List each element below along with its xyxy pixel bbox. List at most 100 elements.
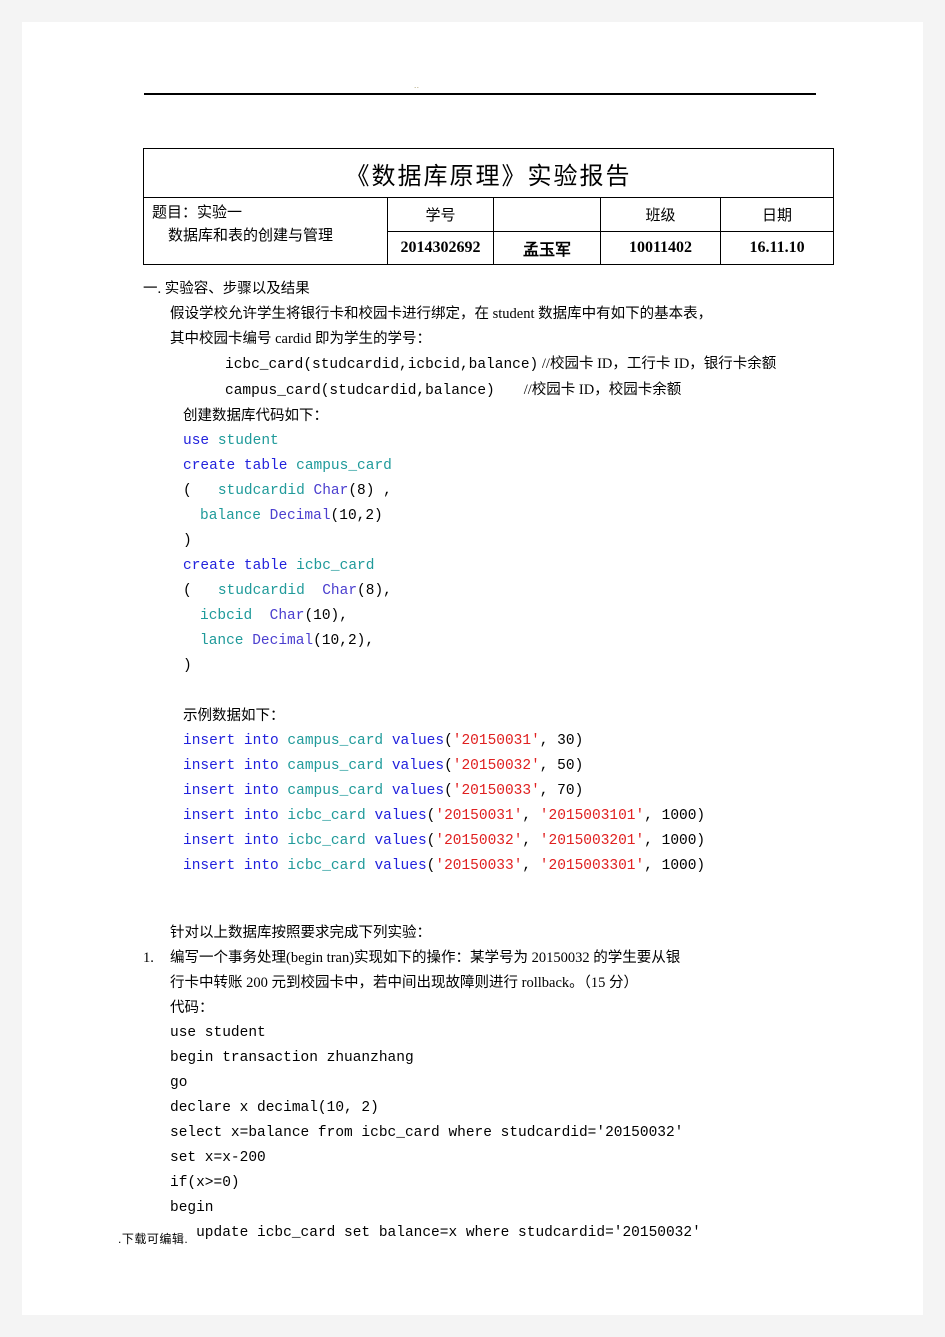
campus-signature: campus_card(studcardid,balance) — [225, 383, 495, 399]
list-item: 1. 编写一个事务处理(begin tran)实现如下的操作：某学号为 2015… — [22, 946, 923, 1021]
type-args-5: (10,2), — [313, 633, 375, 649]
keyword-insert-4: insert into — [183, 808, 279, 824]
identifier-table-icbc: icbc_card — [296, 558, 375, 574]
type-char-3: Char — [269, 608, 305, 624]
literal-id-i3: '20150033' — [435, 858, 523, 874]
table-icbc-2: icbc_card — [287, 833, 366, 849]
code-line-icbcid: icbcid Char(10), — [22, 604, 923, 629]
answer-code-line: begin transaction zhuanzhang — [170, 1050, 414, 1066]
header-class: 班级 — [600, 197, 721, 232]
type-decimal-2: Decimal — [252, 633, 314, 649]
subject-line-2: 数据库和表的创建与管理 — [168, 227, 334, 244]
create-code-label: 创建数据库代码如下： — [183, 408, 328, 424]
keyword-insert-2: insert into — [183, 758, 279, 774]
insert-icbc-3: insert into icbc_card values('20150033',… — [183, 858, 706, 874]
column-icbcid: icbcid — [200, 608, 253, 624]
column-studcardid-1: studcardid — [217, 483, 305, 499]
icbc-signature: icbc_card(studcardid,icbcid,balance) — [225, 357, 539, 373]
column-balance-1: balance — [200, 508, 261, 524]
answer-code-line: if(x>=0) — [170, 1175, 240, 1191]
subject-cell: 题目：实验一数据库和表的创建与管理 — [143, 197, 388, 265]
section-heading: 一. 实验容、步骤以及结果 — [143, 281, 310, 297]
header-divider — [144, 93, 816, 95]
intro-line-1: 假设学校允许学生将银行卡和校园卡进行绑定，在 student 数据库中有如下的基… — [170, 306, 713, 322]
literal-rest-i3: , 1000) — [644, 858, 706, 874]
keyword-create-table-2: create table — [183, 558, 288, 574]
icbc-comment: //校园卡 ID，工行卡 ID，银行卡余额 — [541, 356, 777, 372]
type-char-1: Char — [313, 483, 349, 499]
subject-line-1: 题目：实验一 — [152, 205, 243, 221]
document-body: 一. 实验容、步骤以及结果 假设学校允许学生将银行卡和校园卡进行绑定，在 stu… — [22, 277, 923, 1246]
literal-id-c1: '20150031' — [452, 733, 540, 749]
literal-card-i1: '2015003101' — [539, 808, 645, 824]
column-studcardid-2: studcardid — [217, 583, 305, 599]
literal-id-c3: '20150033' — [452, 783, 540, 799]
campus-comment: //校园卡 ID，校园卡余额 — [523, 382, 682, 398]
type-args-2: (10,2) — [330, 508, 383, 524]
literal-rest-i1: , 1000) — [644, 808, 706, 824]
insert-campus-3: insert into campus_card values('20150033… — [183, 783, 584, 799]
code-line-create-icbc: create table icbc_card — [22, 554, 923, 579]
code-line-create-campus: create table campus_card — [22, 454, 923, 479]
value-student-id: 2014302692 — [387, 230, 494, 265]
report-header-table: 《数据库原理》实验报告 题目：实验一数据库和表的创建与管理 学号 班级 日期 2… — [142, 148, 835, 265]
header-name — [493, 197, 601, 232]
answer-code-line: set x=x-200 — [170, 1150, 266, 1166]
identifier-table-campus: campus_card — [296, 458, 392, 474]
document-title: 《数据库原理》实验报告 — [142, 148, 835, 198]
task-line-1: 编写一个事务处理(begin tran)实现如下的操作：某学号为 2015003… — [170, 950, 681, 966]
insert-icbc-1: insert into icbc_card values('20150031',… — [183, 808, 706, 824]
intro-line-2: 其中校园卡编号 cardid 即为学生的学号： — [170, 331, 431, 347]
table-campus-3: campus_card — [287, 783, 384, 799]
answer-code-line: begin — [170, 1200, 214, 1216]
task-code-label: 代码： — [170, 1000, 214, 1016]
tasks-intro: 针对以上数据库按照要求完成下列实验： — [170, 925, 431, 941]
task-line-2: 行卡中转账 200 元到校园卡中，若中间出现故障则进行 rollback。（15… — [170, 975, 639, 991]
keyword-create-table-1: create table — [183, 458, 288, 474]
keyword-values-6: values — [374, 858, 427, 874]
code-line-open-paren-1: ( studcardid Char(8) , — [22, 479, 923, 504]
table-row-headers: 题目：实验一数据库和表的创建与管理 学号 班级 日期 — [143, 197, 835, 265]
document-page: .. 《数据库原理》实验报告 题目：实验一数据库和表的创建与管理 学号 班级 日… — [22, 22, 923, 1315]
keyword-insert-6: insert into — [183, 858, 279, 874]
literal-rest-i2: , 1000) — [644, 833, 706, 849]
code-line-close-paren-1: ) — [183, 533, 192, 549]
answer-code-line: use student — [170, 1025, 266, 1041]
literal-rest-c1: , 30) — [539, 733, 584, 749]
keyword-values-2: values — [391, 758, 445, 774]
value-class: 10011402 — [600, 230, 721, 265]
literal-id-i1: '20150031' — [435, 808, 523, 824]
type-args-4: (10), — [304, 608, 348, 624]
type-char-2: Char — [322, 583, 358, 599]
table-icbc-1: icbc_card — [287, 808, 366, 824]
keyword-insert-5: insert into — [183, 833, 279, 849]
code-line-close-paren-2: ) — [183, 658, 192, 674]
identifier-database: student — [217, 433, 279, 449]
schema-line-icbc: icbc_card(studcardid,icbcid,balance) //校… — [22, 352, 923, 378]
keyword-insert-1: insert into — [183, 733, 279, 749]
column-lance: lance — [200, 633, 244, 649]
answer-code-line: go — [170, 1075, 188, 1091]
code-line-campus-balance: balance Decimal(10,2) — [22, 504, 923, 529]
header-date: 日期 — [719, 197, 835, 232]
code-line-use: use student — [22, 429, 923, 454]
table-row-title: 《数据库原理》实验报告 — [142, 148, 835, 198]
type-decimal-1: Decimal — [269, 508, 331, 524]
literal-card-i3: '2015003301' — [539, 858, 645, 874]
keyword-values-3: values — [391, 783, 445, 799]
table-icbc-3: icbc_card — [287, 858, 366, 874]
literal-id-i2: '20150032' — [435, 833, 523, 849]
table-campus-2: campus_card — [287, 758, 384, 774]
literal-rest-c3: , 70) — [539, 783, 584, 799]
insert-campus-1: insert into campus_card values('20150031… — [183, 733, 584, 749]
answer-code-line: select x=balance from icbc_card where st… — [170, 1125, 684, 1141]
header-student-id: 学号 — [387, 197, 494, 232]
value-date: 16.11.10 — [719, 230, 835, 265]
type-args-3: (8), — [357, 583, 392, 599]
running-header: .. — [22, 22, 923, 98]
keyword-values-5: values — [374, 833, 427, 849]
code-line-open-paren-2: ( studcardid Char(8), — [22, 579, 923, 604]
list-number: 1. — [143, 950, 154, 966]
